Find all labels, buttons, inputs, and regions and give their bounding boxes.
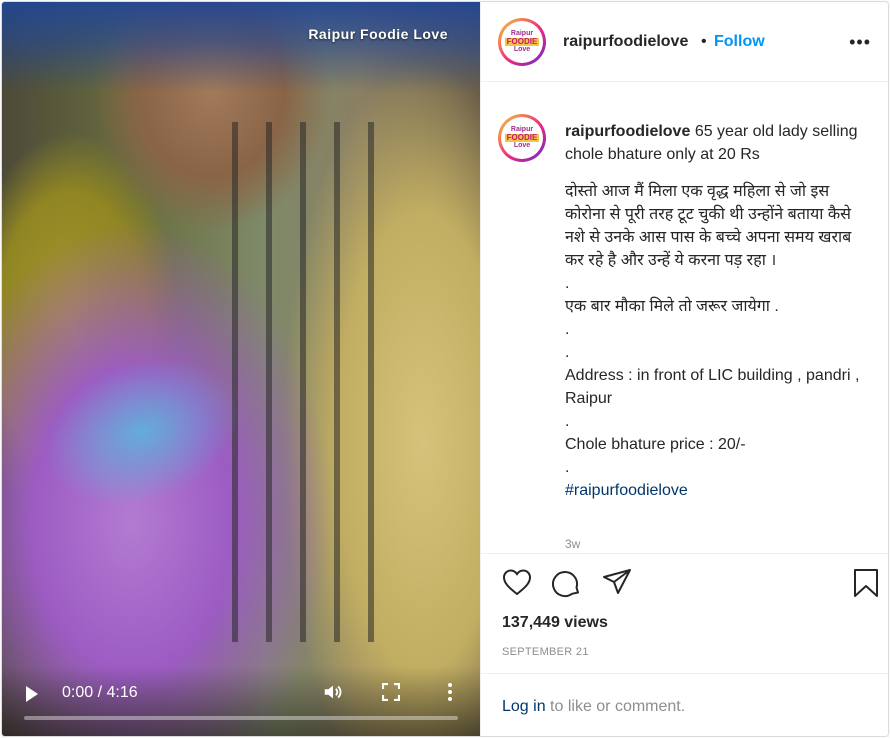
comments-area[interactable]: Raipur FOODIE Love raipurfoodielove 65 y… <box>481 82 888 552</box>
caption-hindi-line: एक बार मौका मिले तो जरूर जायेगा . <box>565 298 779 315</box>
video-player[interactable]: Raipur Foodie Love 0:00 / 4:16 <box>2 2 480 736</box>
video-watermark: Raipur Foodie Love <box>308 26 448 42</box>
views-count[interactable]: 137,449 views <box>502 614 608 632</box>
caption-time-ago: 3w <box>565 537 581 551</box>
heart-icon[interactable] <box>502 568 532 596</box>
fullscreen-icon[interactable] <box>382 683 400 701</box>
post-frame: Raipur Foodie Love 0:00 / 4:16 Raipur FO… <box>1 1 889 737</box>
caption-dot: . <box>565 344 570 361</box>
video-more-icon[interactable] <box>446 682 454 702</box>
play-icon[interactable] <box>26 686 38 702</box>
caption: raipurfoodielove 65 year old lady sellin… <box>565 120 865 502</box>
post-panel: Raipur FOODIE Love raipurfoodielove • Fo… <box>480 2 888 736</box>
login-prompt: Log in to like or comment. <box>502 698 685 716</box>
brand-logo-icon: Raipur FOODIE Love <box>503 23 541 61</box>
caption-dot: . <box>565 321 570 338</box>
header-dot-separator: • <box>701 33 707 50</box>
login-link[interactable]: Log in <box>502 698 546 715</box>
actions-section: 137,449 views SEPTEMBER 21 <box>481 553 888 674</box>
caption-dot: . <box>565 459 570 476</box>
caption-dot: . <box>565 413 570 430</box>
volume-icon[interactable] <box>322 681 344 703</box>
post-header: Raipur FOODIE Love raipurfoodielove • Fo… <box>481 2 888 82</box>
more-options-icon[interactable]: ••• <box>849 32 871 53</box>
bookmark-icon[interactable] <box>853 568 879 598</box>
caption-dot: . <box>565 275 570 292</box>
caption-username[interactable]: raipurfoodielove <box>565 123 690 140</box>
follow-button[interactable]: Follow <box>714 33 765 51</box>
post-date[interactable]: SEPTEMBER 21 <box>502 646 589 658</box>
caption-hindi-paragraph: दोस्तो आज मैं मिला एक वृद्ध महिला से जो … <box>565 183 852 269</box>
caption-price: Chole bhature price : 20/- <box>565 436 746 453</box>
comment-icon[interactable] <box>552 568 582 598</box>
header-username[interactable]: raipurfoodielove <box>563 33 688 51</box>
caption-address: Address : in front of LIC building , pan… <box>565 367 860 407</box>
video-gate-bars <box>232 122 392 642</box>
login-prompt-text: to like or comment. <box>545 698 686 715</box>
video-controls: 0:00 / 4:16 <box>2 666 480 736</box>
share-icon[interactable] <box>602 568 632 596</box>
caption-hashtag[interactable]: #raipurfoodielove <box>565 482 688 499</box>
avatar[interactable]: Raipur FOODIE Love <box>498 18 546 66</box>
brand-logo-icon: Raipur FOODIE Love <box>503 119 541 157</box>
caption-avatar[interactable]: Raipur FOODIE Love <box>498 114 546 162</box>
video-progress-bar[interactable] <box>24 716 458 720</box>
login-section: Log in to like or comment. <box>481 673 888 736</box>
video-time: 0:00 / 4:16 <box>62 684 138 701</box>
